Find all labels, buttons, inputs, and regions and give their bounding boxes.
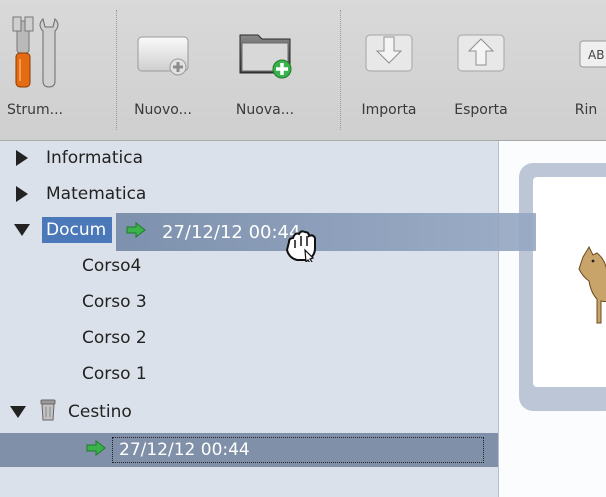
collapse-arrow-icon[interactable] (14, 224, 30, 236)
new-document-label: Nuovo... (134, 102, 192, 118)
new-folder-label: Nuova... (235, 102, 295, 118)
drag-ghost: 27/12/12 00:44 (116, 213, 536, 251)
export-label: Esporta (454, 102, 508, 118)
new-folder-icon (234, 14, 296, 92)
trash-icon (40, 399, 56, 426)
export-button[interactable]: Esporta (450, 14, 512, 126)
tree-item-label: Corso 1 (82, 364, 147, 384)
export-icon (450, 14, 512, 92)
arrow-right-icon (86, 439, 106, 461)
arrow-right-icon (126, 221, 146, 242)
rename-label: Rin (574, 102, 598, 118)
tree-item-label-selected: Docum (42, 217, 113, 243)
tree-item-corso2[interactable]: Corso 2 (0, 321, 498, 355)
toolbar-separator (116, 10, 117, 130)
page-thumbnail (533, 177, 606, 387)
tools-label: Strum... (7, 102, 63, 118)
expand-arrow-icon[interactable] (16, 150, 28, 166)
expand-arrow-icon[interactable] (16, 186, 28, 202)
new-folder-button[interactable]: Nuova... (234, 14, 296, 126)
import-icon (358, 14, 420, 92)
preview-panel (499, 141, 606, 497)
tree-item-label: 27/12/12 00:44 (112, 437, 484, 463)
toolbar: Strum... Nuovo... Nuova... Importa Espor… (0, 0, 606, 141)
rename-icon: AB (566, 14, 606, 92)
import-label: Importa (361, 102, 417, 118)
tree-item-label: Informatica (46, 148, 143, 168)
toolbar-separator (340, 10, 341, 130)
rename-icon-text: AB (588, 48, 604, 62)
tree-item-cestino[interactable]: Cestino (0, 395, 498, 429)
tree-item-corso4[interactable]: Corso4 (0, 249, 498, 283)
tree-item-label: Corso4 (82, 256, 142, 276)
new-document-icon (132, 14, 194, 92)
folder-tree[interactable]: Informatica Matematica Docum Corso4 Cors… (0, 141, 499, 497)
page-thumbnail-frame[interactable] (519, 163, 606, 411)
tree-item-label: Matematica (46, 184, 147, 204)
new-document-button[interactable]: Nuovo... (132, 14, 194, 126)
tree-item-label: Cestino (68, 402, 132, 422)
tools-button[interactable]: Strum... (4, 14, 66, 126)
grab-hand-cursor-icon (283, 228, 319, 266)
tree-item-informatica[interactable]: Informatica (0, 141, 498, 175)
tools-icon (4, 14, 66, 92)
drag-ghost-label: 27/12/12 00:44 (162, 221, 301, 243)
tree-item-matematica[interactable]: Matematica (0, 177, 498, 211)
collapse-arrow-icon[interactable] (10, 406, 26, 418)
tree-item-label: Corso 2 (82, 328, 147, 348)
dog-illustration (578, 245, 606, 324)
tree-item-corso1[interactable]: Corso 1 (0, 357, 498, 391)
tree-item-corso3[interactable]: Corso 3 (0, 285, 498, 319)
tree-item-dropped-selected[interactable]: 27/12/12 00:44 (0, 433, 498, 467)
rename-button[interactable]: AB Rin (566, 14, 606, 126)
tree-item-label: Corso 3 (82, 292, 147, 312)
import-button[interactable]: Importa (358, 14, 420, 126)
